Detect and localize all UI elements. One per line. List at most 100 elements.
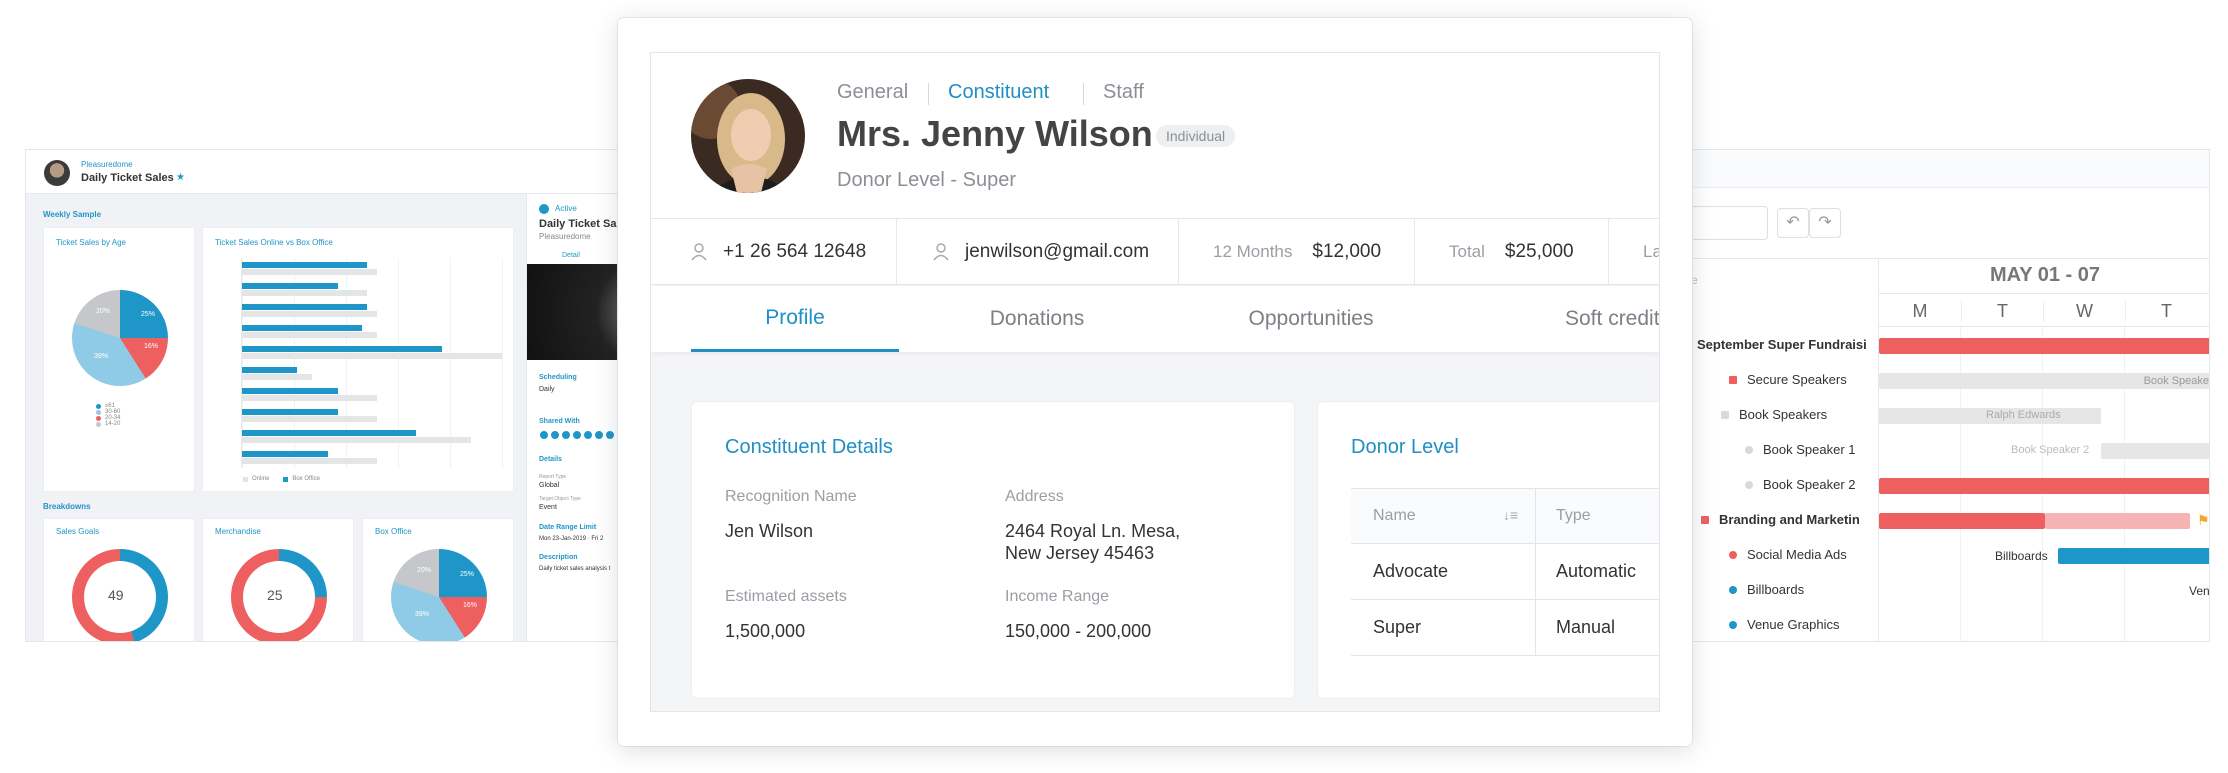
bar-online: [242, 409, 339, 415]
table-row[interactable]: Super Manual: [1351, 600, 1659, 656]
gantt-window: ↶ ↷ e MAY 01 - 07 M T W T September Supe…: [1690, 149, 2210, 642]
recognition-label: Recognition Name: [725, 488, 857, 505]
tab-donations[interactable]: Donations: [933, 286, 1141, 352]
gantt-bar-branding[interactable]: [1879, 478, 2209, 494]
report-type-value: Global: [539, 482, 560, 489]
status-marker: [1701, 516, 1709, 524]
gantt-bar-secure-speakers[interactable]: [1879, 338, 2209, 354]
gantt-row-label: Secure Speakers: [1747, 372, 1847, 387]
assets-label: Estimated assets: [725, 588, 847, 605]
shared-user-avatar[interactable]: [594, 430, 604, 440]
star-icon[interactable]: ★: [176, 172, 185, 183]
address-line-1: 2464 Royal Ln. Mesa,: [1005, 521, 1181, 541]
bar-box-office: [242, 269, 378, 275]
gantt-row-label: Book Speaker 1: [1763, 442, 1856, 457]
gantt-row[interactable]: Book Speakers: [1691, 397, 1878, 432]
bar-online: [242, 283, 339, 289]
dashboard-title: Daily Ticket Sales: [81, 172, 174, 184]
gantt-row-label: Branding and Marketin: [1719, 512, 1860, 527]
bar-box-office: [242, 437, 471, 443]
gantt-row[interactable]: Secure Speakers: [1691, 362, 1878, 397]
last-label: La: [1643, 242, 1659, 261]
age-chart-card: Ticket Sales by Age 25% 16% 39% 20% ≤61 …: [43, 227, 195, 492]
email-cell[interactable]: jenwilson@gmail.com: [897, 219, 1179, 285]
gantt-row-label: Book Speaker 2: [1763, 477, 1856, 492]
sort-icon[interactable]: ↓≡: [1503, 507, 1518, 523]
address-label: Address: [1005, 488, 1064, 505]
age-chart-title: Ticket Sales by Age: [56, 238, 126, 247]
gantt-row[interactable]: Book Speaker 2: [1691, 467, 1878, 502]
tab-constituent[interactable]: Constituent: [948, 81, 1049, 104]
pie-label-20: 20%: [417, 567, 432, 574]
assignee-label: Ralph Edwards: [1986, 409, 2061, 421]
profile-tabs: Profile Donations Opportunities Soft cre…: [651, 286, 1659, 352]
table-row[interactable]: Advocate Automatic: [1351, 544, 1659, 600]
redo-icon[interactable]: ↷: [1809, 208, 1841, 238]
pie-label-16: 16%: [144, 343, 159, 350]
date-range-label: Date Range Limit: [539, 524, 597, 531]
breakdowns-label: Breakdowns: [43, 502, 91, 511]
gantt-bar-billboards[interactable]: [2058, 548, 2209, 564]
description-label: Description: [539, 554, 578, 561]
gantt-row[interactable]: Book Speaker 1: [1691, 432, 1878, 467]
gantt-bar-social-media-rest[interactable]: [2045, 513, 2190, 529]
bar-online: [242, 304, 367, 310]
profile-header: General Constituent Staff Mrs. Jenny Wil…: [651, 53, 1659, 219]
profile-panel: General Constituent Staff Mrs. Jenny Wil…: [650, 52, 1660, 712]
sales-goals-card: Sales Goals 49: [43, 518, 195, 641]
tab-soft-credit[interactable]: Soft credit: [1481, 286, 1659, 352]
donor-table-header: Name ↓≡ Type: [1351, 488, 1659, 545]
box-office-pie: [391, 549, 487, 641]
gantt-row-label: Venue Graphics: [1747, 617, 1840, 632]
details-label: Details: [539, 456, 562, 463]
tab-general[interactable]: General: [837, 81, 908, 104]
bar-box-office: [242, 332, 378, 338]
sales-goals-value: 49: [108, 587, 124, 603]
gantt-row[interactable]: Branding and Marketin: [1691, 502, 1878, 537]
pie-label-25: 25%: [460, 571, 475, 578]
tab-staff[interactable]: Staff: [1103, 81, 1144, 104]
bar-chart-card: Ticket Sales Online vs Box Office Online…: [202, 227, 514, 492]
gantt-row[interactable]: Venue Graphics: [1691, 607, 1878, 641]
tab-profile[interactable]: Profile: [691, 286, 899, 352]
pie-label-16: 16%: [463, 602, 478, 609]
detail-tab[interactable]: Detail: [562, 252, 580, 259]
col-type[interactable]: Type: [1556, 507, 1591, 525]
shared-user-avatar[interactable]: [561, 430, 571, 440]
undo-icon[interactable]: ↶: [1777, 208, 1809, 238]
shared-user-avatar[interactable]: [605, 430, 615, 440]
day-label: T: [1961, 301, 2043, 322]
merchandise-card: Merchandise 25: [202, 518, 354, 641]
search-input[interactable]: [1691, 206, 1768, 240]
phone-cell[interactable]: +1 26 564 12648: [651, 219, 897, 285]
person-icon: [933, 243, 949, 261]
age-pie: [72, 290, 168, 386]
target-label: Target Object Type: [539, 496, 581, 502]
gantt-row[interactable]: September Super Fundraisi: [1691, 327, 1878, 362]
bar-label: Book Speaker 2: [2011, 444, 2090, 456]
constituent-details-title: Constituent Details: [725, 436, 893, 458]
shared-user-avatar[interactable]: [539, 430, 549, 440]
last-cell: La: [1609, 219, 1659, 285]
gantt-bar-social-media[interactable]: [1879, 513, 2045, 529]
box-office-card: Box Office 25% 16% 39% 20%: [362, 518, 514, 641]
bar-box-office: [242, 458, 378, 464]
constituent-details-card: Constituent Details Recognition Name Jen…: [691, 401, 1295, 699]
status-marker: [1745, 481, 1753, 489]
gantt-row[interactable]: Billboards: [1691, 572, 1878, 607]
gantt-bar-book-speakers[interactable]: Book Speake: [1879, 373, 2209, 389]
shared-user-avatar[interactable]: [572, 430, 582, 440]
gantt-bar-book-speaker-2[interactable]: [2101, 443, 2209, 459]
status-text: Active: [555, 204, 577, 213]
status-marker: [1729, 621, 1737, 629]
shared-user-avatar[interactable]: [583, 430, 593, 440]
tab-opportunities[interactable]: Opportunities: [1207, 286, 1415, 352]
status-icon: [539, 204, 549, 214]
pie-label-20: 20%: [96, 308, 111, 315]
shared-user-avatar[interactable]: [550, 430, 560, 440]
box-office-title: Box Office: [375, 527, 412, 536]
gantt-row-label: Book Speakers: [1739, 407, 1828, 422]
col-name[interactable]: Name: [1373, 507, 1416, 525]
gantt-row[interactable]: Social Media Ads: [1691, 537, 1878, 572]
donor-level-subtitle: Donor Level - Super: [837, 169, 1016, 191]
